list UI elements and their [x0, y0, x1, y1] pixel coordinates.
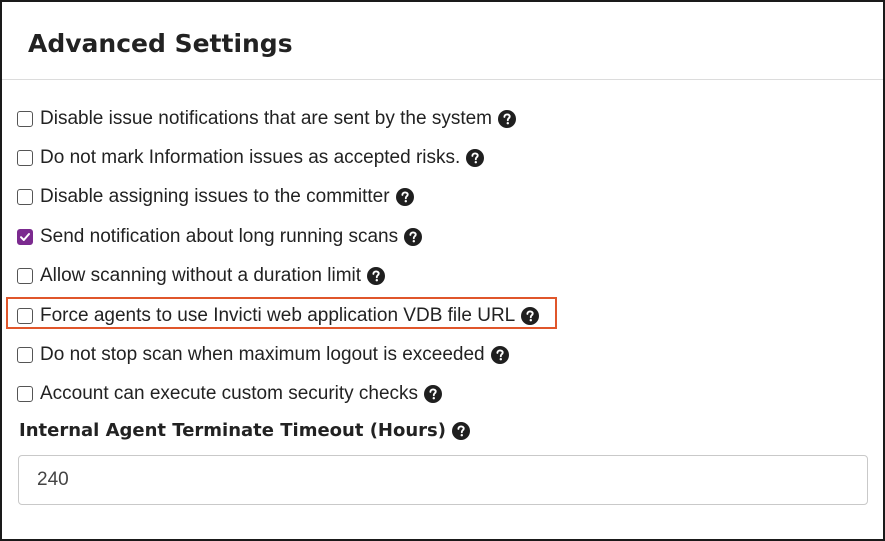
- question-circle-icon[interactable]: [367, 267, 386, 286]
- option-label: Do not stop scan when maximum logout is …: [40, 344, 485, 366]
- question-circle-icon[interactable]: [498, 109, 517, 128]
- checkbox[interactable]: [17, 110, 33, 127]
- panel-title: Advanced Settings: [28, 29, 293, 58]
- option-send-long-running-notification[interactable]: Send notification about long running sca…: [17, 217, 539, 256]
- option-label: Do not mark Information issues as accept…: [40, 147, 461, 169]
- option-force-agents-vdb-file-url[interactable]: Force agents to use Invicti web applicat…: [5, 296, 558, 335]
- timeout-label-text: Internal Agent Terminate Timeout (Hours): [19, 420, 446, 441]
- checkbox[interactable]: [17, 307, 33, 324]
- option-label: Disable issue notifications that are sen…: [40, 107, 493, 129]
- option-do-not-stop-scan-logout[interactable]: Do not stop scan when maximum logout is …: [17, 335, 539, 374]
- checkbox[interactable]: [17, 189, 33, 206]
- option-custom-security-checks[interactable]: Account can execute custom security chec…: [17, 375, 539, 414]
- option-allow-scanning-without-duration-limit[interactable]: Allow scanning without a duration limit: [17, 257, 539, 296]
- checkbox[interactable]: [17, 268, 33, 285]
- checkmark-icon: [20, 232, 30, 241]
- advanced-settings-panel: Advanced Settings Disable issue notifica…: [0, 0, 885, 541]
- option-do-not-mark-information-issues[interactable]: Do not mark Information issues as accept…: [17, 138, 539, 177]
- panel-header: Advanced Settings: [2, 2, 883, 80]
- option-disable-assigning-issues[interactable]: Disable assigning issues to the committe…: [17, 178, 539, 217]
- checkbox[interactable]: [17, 228, 33, 245]
- timeout-hours-input[interactable]: [18, 455, 868, 505]
- option-disable-issue-notifications[interactable]: Disable issue notifications that are sen…: [17, 99, 539, 138]
- option-label: Send notification about long running sca…: [40, 225, 399, 247]
- options-list: Disable issue notifications that are sen…: [5, 99, 558, 414]
- option-label: Allow scanning without a duration limit: [40, 265, 362, 287]
- option-label: Account can execute custom security chec…: [40, 383, 419, 405]
- timeout-label: Internal Agent Terminate Timeout (Hours): [19, 420, 470, 441]
- question-circle-icon[interactable]: [452, 421, 470, 440]
- question-circle-icon[interactable]: [404, 227, 423, 246]
- question-circle-icon[interactable]: [395, 188, 414, 207]
- checkbox[interactable]: [17, 150, 33, 167]
- question-circle-icon[interactable]: [521, 306, 540, 325]
- question-circle-icon[interactable]: [424, 385, 443, 404]
- question-circle-icon[interactable]: [466, 149, 485, 168]
- checkbox[interactable]: [17, 386, 33, 403]
- checkbox[interactable]: [17, 347, 33, 364]
- option-label: Disable assigning issues to the committe…: [40, 186, 390, 208]
- option-label: Force agents to use Invicti web applicat…: [40, 304, 516, 326]
- question-circle-icon[interactable]: [490, 346, 509, 365]
